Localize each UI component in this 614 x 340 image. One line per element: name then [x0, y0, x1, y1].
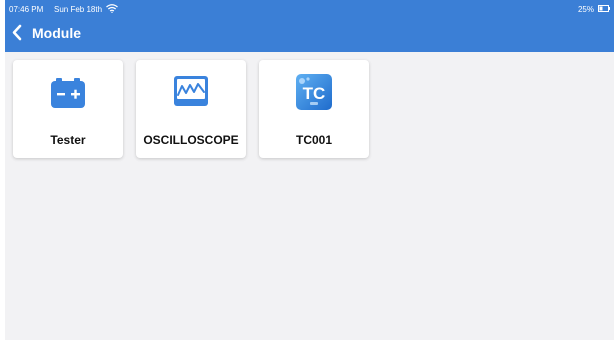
- wifi-icon: [106, 4, 118, 13]
- battery-tester-icon: [51, 78, 85, 108]
- status-time: 07:46 PM: [9, 5, 44, 14]
- oscilloscope-icon: [174, 76, 208, 106]
- app-header: 07:46 PM Sun Feb 18th 25% Module: [5, 0, 614, 52]
- module-tile-tester[interactable]: Tester: [13, 60, 123, 158]
- module-tile-tc001[interactable]: TC TC001: [259, 60, 369, 158]
- module-label: OSCILLOSCOPE: [143, 133, 239, 147]
- module-label: TC001: [295, 133, 333, 147]
- status-bar: 07:46 PM Sun Feb 18th 25%: [5, 0, 614, 18]
- status-date: Sun Feb 18th: [54, 5, 103, 14]
- battery-percent: 25%: [577, 5, 594, 14]
- back-chevron-icon[interactable]: [10, 24, 24, 41]
- battery-icon: [598, 5, 610, 12]
- svg-text:TC: TC: [303, 84, 326, 103]
- tc001-thermal-camera-icon: TC: [296, 74, 332, 110]
- module-tile-oscilloscope[interactable]: OSCILLOSCOPE: [136, 60, 246, 158]
- page-title: Module: [32, 25, 81, 41]
- module-label: Tester: [50, 133, 86, 147]
